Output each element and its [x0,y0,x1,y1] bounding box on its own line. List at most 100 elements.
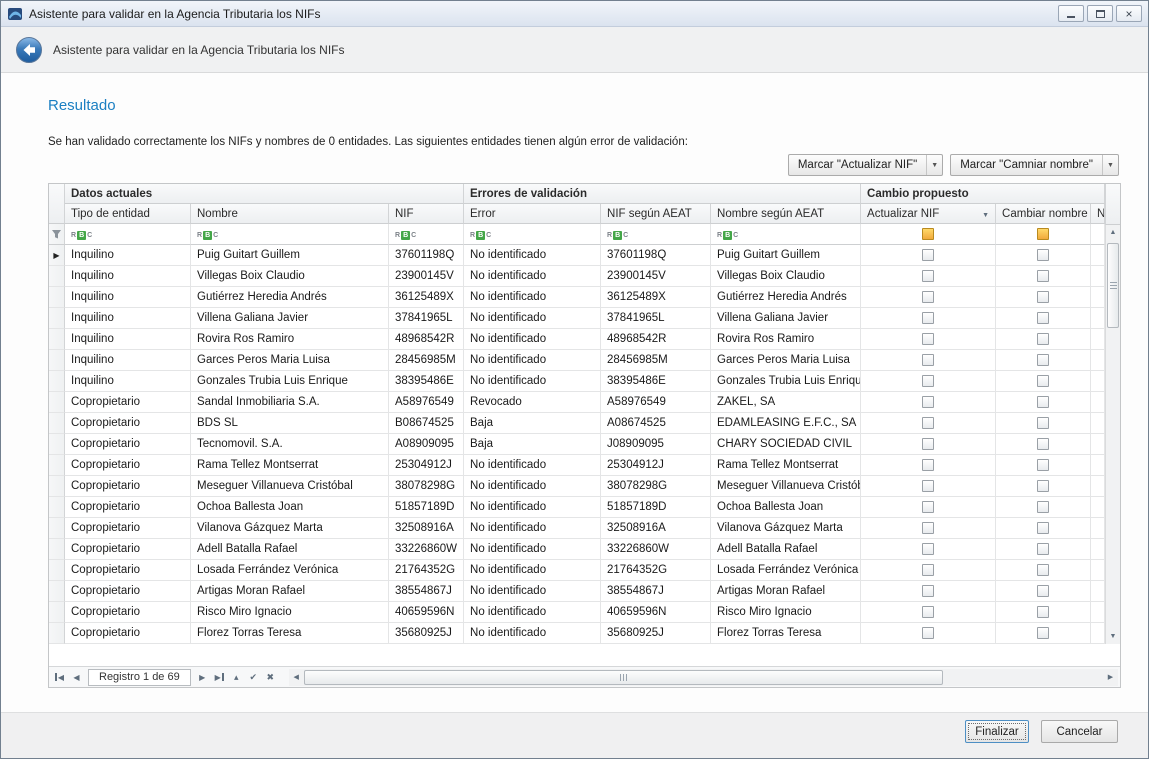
actualizar-nif-checkbox[interactable] [922,270,934,282]
filter-cell-nif-aeat[interactable]: RBC [601,224,711,245]
table-row[interactable]: Copropietario Risco Miro Ignacio 4065959… [49,602,1105,623]
actualizar-nif-checkbox[interactable] [922,333,934,345]
title-bar[interactable]: Asistente para validar en la Agencia Tri… [1,1,1148,27]
cambiar-nombre-checkbox[interactable] [1037,270,1049,282]
cambiar-nombre-checkbox[interactable] [1037,543,1049,555]
scroll-down-arrow[interactable]: ▼ [1106,629,1120,644]
cambiar-nombre-checkbox[interactable] [1037,522,1049,534]
table-row[interactable]: Copropietario Florez Torras Teresa 35680… [49,623,1105,644]
cambiar-nombre-filter-checkbox[interactable] [1037,228,1049,240]
cancelar-button[interactable]: Cancelar [1041,720,1118,743]
cambiar-nombre-checkbox[interactable] [1037,627,1049,639]
text-filter-icon[interactable]: RBC [71,231,92,240]
actualizar-nif-checkbox[interactable] [922,375,934,387]
actualizar-nif-filter-checkbox[interactable] [922,228,934,240]
table-row[interactable]: Inquilino Rovira Ros Ramiro 48968542R No… [49,329,1105,350]
cambiar-nombre-checkbox[interactable] [1037,564,1049,576]
actualizar-nif-checkbox[interactable] [922,627,934,639]
actualizar-nif-checkbox[interactable] [922,564,934,576]
table-row[interactable]: Inquilino Garces Peros Maria Luisa 28456… [49,350,1105,371]
cambiar-nombre-checkbox[interactable] [1037,291,1049,303]
filter-cell-nif[interactable]: RBC [389,224,464,245]
mark-cambiar-nombre-dropdown-icon[interactable]: ▼ [1102,155,1118,175]
column-header-tipo-entidad[interactable]: Tipo de entidad [65,204,191,224]
text-filter-icon[interactable]: RBC [607,231,628,240]
first-record-button[interactable]: ◀ [51,669,68,686]
mark-actualizar-nif-button[interactable]: Marcar "Actualizar NIF" ▼ [788,154,943,176]
filter-cell-cambiar-nombre[interactable] [996,224,1091,245]
cambiar-nombre-checkbox[interactable] [1037,417,1049,429]
table-row[interactable]: Copropietario Meseguer Villanueva Cristó… [49,476,1105,497]
horizontal-scrollbar[interactable]: ◀ ▶ [289,669,1118,686]
actualizar-nif-checkbox[interactable] [922,312,934,324]
scroll-left-arrow[interactable]: ◀ [289,669,304,686]
table-row[interactable]: Inquilino Gutiérrez Heredia Andrés 36125… [49,287,1105,308]
table-row[interactable]: Copropietario Ochoa Ballesta Joan 518571… [49,497,1105,518]
actualizar-nif-checkbox[interactable] [922,522,934,534]
table-row[interactable]: Inquilino Villena Galiana Javier 3784196… [49,308,1105,329]
table-row[interactable]: Copropietario BDS SL B08674525 Baja A086… [49,413,1105,434]
scroll-right-arrow[interactable]: ▶ [1103,669,1118,686]
cambiar-nombre-checkbox[interactable] [1037,249,1049,261]
next-record-button[interactable]: ▶ [194,669,211,686]
post-edit-button[interactable]: ✔ [245,669,262,686]
finalizar-button[interactable]: Finalizar [965,720,1029,743]
actualizar-nif-checkbox[interactable] [922,606,934,618]
filter-cell-nombre-aeat[interactable]: RBC [711,224,861,245]
minimize-button[interactable] [1058,5,1084,22]
column-header-cut[interactable]: No [1091,204,1105,224]
cambiar-nombre-checkbox[interactable] [1037,354,1049,366]
table-row[interactable]: Inquilino Gonzales Trubia Luis Enrique 3… [49,371,1105,392]
horizontal-scrollbar-thumb[interactable] [304,670,943,685]
table-row[interactable]: Inquilino Villegas Boix Claudio 23900145… [49,266,1105,287]
vertical-scrollbar-thumb[interactable] [1107,243,1119,328]
actualizar-nif-checkbox[interactable] [922,249,934,261]
cambiar-nombre-checkbox[interactable] [1037,459,1049,471]
filter-cell-nombre[interactable]: RBC [191,224,389,245]
scroll-up-arrow[interactable]: ▲ [1106,225,1120,240]
cambiar-nombre-checkbox[interactable] [1037,606,1049,618]
last-record-button[interactable]: ▶ [211,669,228,686]
close-button[interactable]: × [1116,5,1142,22]
actualizar-nif-checkbox[interactable] [922,354,934,366]
column-header-nif[interactable]: NIF [389,204,464,224]
table-row[interactable]: Copropietario Rama Tellez Montserrat 253… [49,455,1105,476]
actualizar-nif-checkbox[interactable] [922,291,934,303]
table-row[interactable]: Copropietario Sandal Inmobiliaria S.A. A… [49,392,1105,413]
table-row[interactable]: Copropietario Artigas Moran Rafael 38554… [49,581,1105,602]
text-filter-icon[interactable]: RBC [395,231,416,240]
column-header-cambiar-nombre[interactable]: Cambiar nombre [996,204,1091,224]
actualizar-nif-checkbox[interactable] [922,543,934,555]
column-header-error[interactable]: Error [464,204,601,224]
cambiar-nombre-checkbox[interactable] [1037,375,1049,387]
cambiar-nombre-checkbox[interactable] [1037,480,1049,492]
maximize-button[interactable] [1087,5,1113,22]
horizontal-scrollbar-track[interactable] [304,669,1103,686]
cambiar-nombre-checkbox[interactable] [1037,585,1049,597]
mark-cambiar-nombre-button[interactable]: Marcar "Camniar nombre" ▼ [950,154,1119,176]
table-row[interactable]: Copropietario Adell Batalla Rafael 33226… [49,539,1105,560]
prev-record-button[interactable]: ◀ [68,669,85,686]
cambiar-nombre-checkbox[interactable] [1037,396,1049,408]
edit-record-button[interactable]: ▴ [228,669,245,686]
text-filter-icon[interactable]: RBC [470,231,491,240]
actualizar-nif-checkbox[interactable] [922,459,934,471]
table-row[interactable]: Copropietario Tecnomovil. S.A. A08909095… [49,434,1105,455]
cambiar-nombre-checkbox[interactable] [1037,438,1049,450]
table-row[interactable]: ▶ Inquilino Puig Guitart Guillem 3760119… [49,245,1105,266]
table-row[interactable]: Copropietario Vilanova Gázquez Marta 325… [49,518,1105,539]
filter-cell-tipo-entidad[interactable]: RBC [65,224,191,245]
actualizar-nif-checkbox[interactable] [922,438,934,450]
cambiar-nombre-checkbox[interactable] [1037,333,1049,345]
vertical-scrollbar[interactable]: ▲ ▼ [1105,225,1120,644]
cambiar-nombre-checkbox[interactable] [1037,312,1049,324]
table-row[interactable]: Copropietario Losada Ferrández Verónica … [49,560,1105,581]
text-filter-icon[interactable]: RBC [197,231,218,240]
column-header-nombre[interactable]: Nombre [191,204,389,224]
actualizar-nif-checkbox[interactable] [922,396,934,408]
actualizar-nif-checkbox[interactable] [922,417,934,429]
column-header-nif-aeat[interactable]: NIF según AEAT [601,204,711,224]
mark-actualizar-nif-dropdown-icon[interactable]: ▼ [926,155,942,175]
column-header-nombre-aeat[interactable]: Nombre según AEAT [711,204,861,224]
back-button[interactable] [15,36,43,64]
